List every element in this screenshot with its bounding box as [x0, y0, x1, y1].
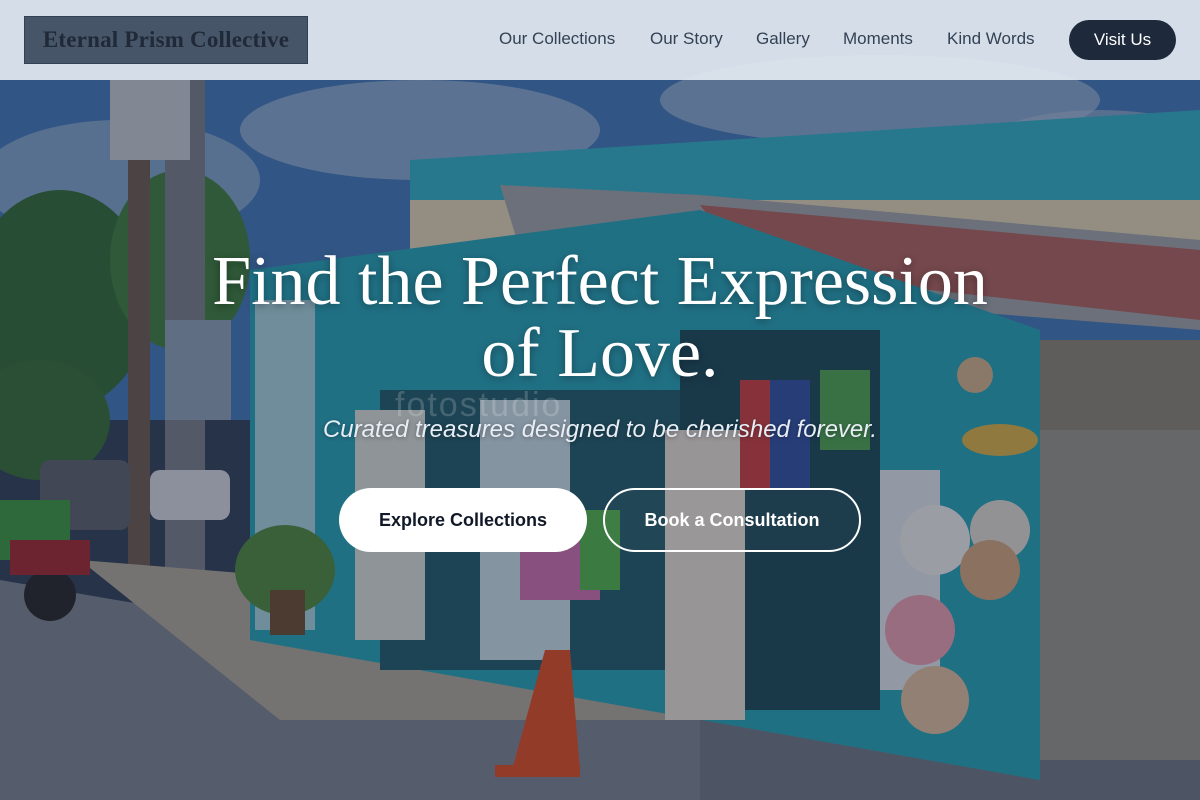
nav-link-kind-words[interactable]: Kind Words	[947, 29, 1035, 49]
nav-link-moments[interactable]: Moments	[843, 29, 913, 49]
hero-subtitle: Curated treasures designed to be cherish…	[322, 416, 878, 443]
nav-link-our-collections[interactable]: Our Collections	[499, 29, 615, 49]
site-header: Eternal Prism Collective Our Collections…	[0, 0, 1200, 80]
book-consultation-button[interactable]: Book a Consultation	[603, 488, 861, 552]
hero-headline-line-2: of Love.	[481, 315, 719, 392]
nav-link-our-story[interactable]: Our Story	[650, 29, 723, 49]
visit-us-button[interactable]: Visit Us	[1069, 20, 1176, 60]
hero-dark-overlay	[0, 0, 1200, 800]
hero-headline-line-1: Find the Perfect Expression	[212, 243, 988, 320]
hero-headline: Find the Perfect Expression of Love.	[100, 246, 1100, 390]
brand-logo[interactable]: Eternal Prism Collective	[24, 16, 308, 64]
explore-collections-button[interactable]: Explore Collections	[339, 488, 587, 552]
nav-link-gallery[interactable]: Gallery	[756, 29, 810, 49]
